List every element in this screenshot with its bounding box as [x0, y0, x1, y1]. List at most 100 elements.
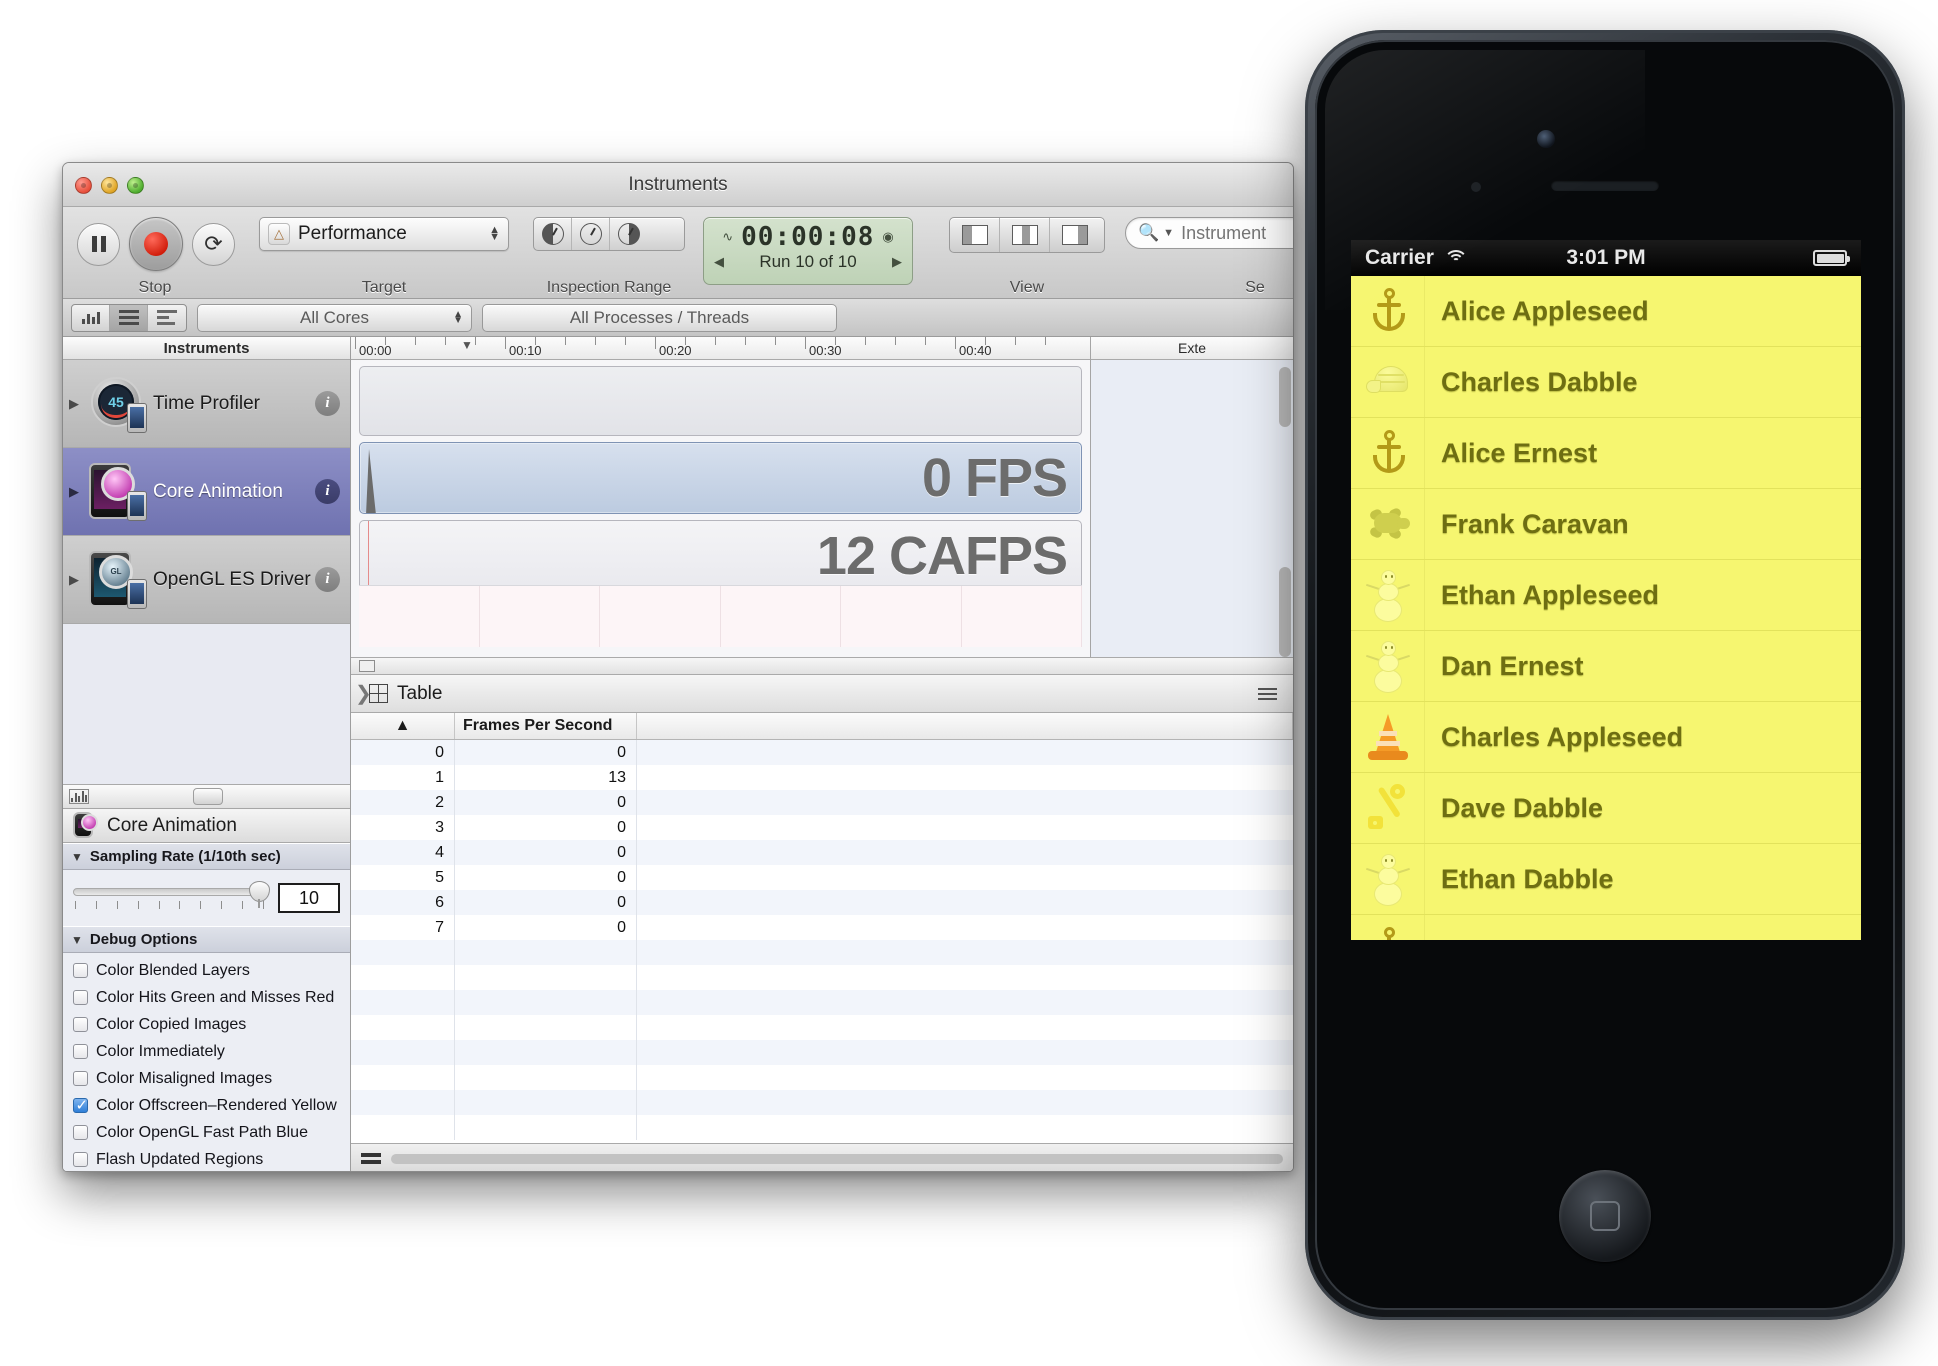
loop-button[interactable]: ⟳ — [192, 222, 235, 266]
disclosure-triangle-icon[interactable]: ▶ — [63, 396, 85, 412]
instrument-row-time-profiler[interactable]: ▶ 45 Time Profiler i — [63, 360, 350, 448]
list-item[interactable]: Charles Dabble — [1351, 347, 1861, 418]
table-row[interactable]: 2 0 — [351, 790, 1293, 815]
track-core-animation[interactable]: 0 FPS — [359, 442, 1082, 514]
sampling-rate-section-header[interactable]: ▼ Sampling Rate (1/10th sec) — [63, 843, 350, 870]
instrument-row-core-animation[interactable]: ▶ Core Animation i — [63, 448, 350, 536]
next-run-button[interactable]: ▶ — [892, 254, 902, 270]
view-middle-button[interactable] — [1000, 218, 1050, 252]
checkbox[interactable] — [73, 963, 88, 978]
track-time-profiler[interactable] — [359, 366, 1082, 436]
list-item[interactable]: Alice Ernest — [1351, 418, 1861, 489]
sampling-rate-slider[interactable] — [73, 880, 270, 909]
list-item[interactable]: Alice Appleseed — [1351, 276, 1861, 347]
list-item[interactable]: Charles Appleseed — [1351, 702, 1861, 773]
checkbox-checked[interactable] — [73, 1096, 88, 1114]
option-flash-updated-regions[interactable]: Flash Updated Regions — [73, 1146, 350, 1171]
table-row[interactable]: 4 0 — [351, 840, 1293, 865]
segment-icon-view[interactable] — [72, 304, 110, 331]
scroll-thumb[interactable] — [1279, 367, 1291, 427]
clear-range-button[interactable] — [572, 218, 610, 250]
disclosure-triangle-icon[interactable]: ▶ — [63, 484, 85, 500]
pane-scroll-thumb[interactable] — [192, 788, 223, 805]
view-toggle-buttons[interactable] — [949, 217, 1105, 253]
track-opengl-es-driver[interactable]: 12 CAFPS — [359, 520, 1082, 592]
previous-run-button[interactable]: ◀ — [714, 254, 724, 270]
instruments-pane-footer[interactable] — [63, 785, 350, 809]
resize-grip-icon[interactable] — [361, 1153, 381, 1164]
pause-button[interactable] — [77, 222, 120, 266]
info-button[interactable]: i — [315, 567, 340, 592]
timeline-ruler[interactable]: 00:00 00:10 00:20 00:30 00:40 ▼ — [351, 337, 1090, 360]
timer-mode-icon[interactable]: ◉ — [882, 229, 893, 245]
slider-knob[interactable] — [249, 880, 270, 908]
segment-detail-view[interactable] — [148, 305, 186, 331]
checkbox[interactable] — [73, 1152, 88, 1167]
option-color-opengl-fast-path-blue[interactable]: Color OpenGL Fast Path Blue — [73, 1119, 350, 1146]
table-row[interactable]: 5 0 — [351, 865, 1293, 890]
splitter-grip-icon[interactable] — [359, 660, 375, 672]
info-button[interactable]: i — [315, 391, 340, 416]
option-color-copied-images[interactable]: Color Copied Images — [73, 1011, 350, 1038]
checkbox[interactable] — [73, 1125, 88, 1140]
target-stepper-icon[interactable]: ▲ ▼ — [489, 225, 500, 243]
list-item[interactable]: Ethan Appleseed — [1351, 560, 1861, 631]
record-icon — [144, 232, 168, 256]
home-button[interactable] — [1559, 1170, 1651, 1262]
checkbox[interactable] — [73, 1044, 88, 1059]
option-color-immediately[interactable]: Color Immediately — [73, 1038, 350, 1065]
option-color-hits-green-misses-red[interactable]: Color Hits Green and Misses Red — [73, 984, 350, 1011]
column-header-fps[interactable]: Frames Per Second — [455, 713, 637, 739]
instrument-row-opengl-es-driver[interactable]: ▶ GL OpenGL ES Driver i — [63, 536, 350, 624]
table-row[interactable]: 7 0 — [351, 915, 1293, 940]
list-item[interactable]: Dan Ernest — [1351, 631, 1861, 702]
list-item[interactable]: Frank Caravan — [1351, 489, 1861, 560]
list-menu-icon[interactable] — [1258, 687, 1277, 700]
option-color-misaligned-images[interactable]: Color Misaligned Images — [73, 1065, 350, 1092]
sampling-rate-input[interactable]: 10 — [278, 883, 340, 913]
debug-options-section-header[interactable]: ▼ Debug Options — [63, 926, 350, 953]
mini-chart-icon[interactable] — [69, 789, 89, 804]
table-row[interactable]: 1 13 — [351, 765, 1293, 790]
table-row[interactable]: 3 0 — [351, 815, 1293, 840]
horizontal-splitter[interactable] — [351, 657, 1293, 675]
disclosure-triangle-icon[interactable]: ▶ — [63, 572, 85, 588]
column-header-sort[interactable]: ▲ — [351, 713, 455, 739]
checkbox[interactable] — [73, 1017, 88, 1032]
segment-list-view[interactable] — [110, 304, 148, 331]
cores-filter-popup[interactable]: All Cores ▲ ▼ — [197, 303, 472, 332]
target-popup[interactable]: △ Performance ▲ ▼ — [259, 217, 509, 251]
scroll-thumb[interactable] — [1279, 567, 1291, 657]
playhead-marker-icon[interactable]: ▼ — [461, 338, 473, 352]
table-row[interactable]: 0 0 — [351, 740, 1293, 765]
tab-table[interactable]: Table — [397, 683, 442, 705]
view-left-button[interactable] — [950, 218, 1000, 252]
checkbox[interactable] — [73, 1071, 88, 1086]
table-row[interactable]: 6 0 — [351, 890, 1293, 915]
column-header-blank[interactable] — [637, 713, 1293, 739]
record-stop-button[interactable] — [129, 217, 183, 271]
search-field-wrapper[interactable]: 🔍 ▼ — [1125, 217, 1293, 249]
checkbox[interactable] — [73, 990, 88, 1005]
view-right-button[interactable] — [1050, 218, 1100, 252]
search-input[interactable] — [1181, 222, 1293, 244]
list-item[interactable]: Dave Dabble — [1351, 773, 1861, 844]
option-color-offscreen-rendered-yellow[interactable]: Color Offscreen–Rendered Yellow — [73, 1092, 350, 1119]
chevron-down-icon[interactable]: ▼ — [71, 850, 83, 864]
list-item[interactable]: Ethan Dabble — [1351, 844, 1861, 915]
run-timer-display[interactable]: ∿ 00:00:08 ◉ ◀ Run 10 of 10 ▶ — [703, 217, 913, 285]
view-mode-segments[interactable] — [71, 303, 187, 332]
extended-detail-scrollbar[interactable] — [1279, 367, 1291, 657]
processes-filter-popup[interactable]: All Processes / Threads — [482, 303, 837, 332]
option-color-blended-layers[interactable]: Color Blended Layers — [73, 957, 350, 984]
horizontal-scrollbar[interactable] — [391, 1153, 1283, 1164]
inspection-range-buttons[interactable] — [533, 217, 685, 251]
results-table: ▲ Frames Per Second 0 0 1 13 2 0 3 0 4 0… — [351, 713, 1293, 1143]
cores-stepper-icon[interactable]: ▲ ▼ — [453, 309, 463, 325]
chevron-down-icon[interactable]: ▼ — [1163, 227, 1174, 239]
info-button[interactable]: i — [315, 479, 340, 504]
chevron-down-icon[interactable]: ▼ — [71, 933, 83, 947]
list-item[interactable]: Dave Caravan — [1351, 915, 1861, 940]
set-range-end-button[interactable] — [610, 218, 648, 250]
set-range-start-button[interactable] — [534, 218, 572, 250]
